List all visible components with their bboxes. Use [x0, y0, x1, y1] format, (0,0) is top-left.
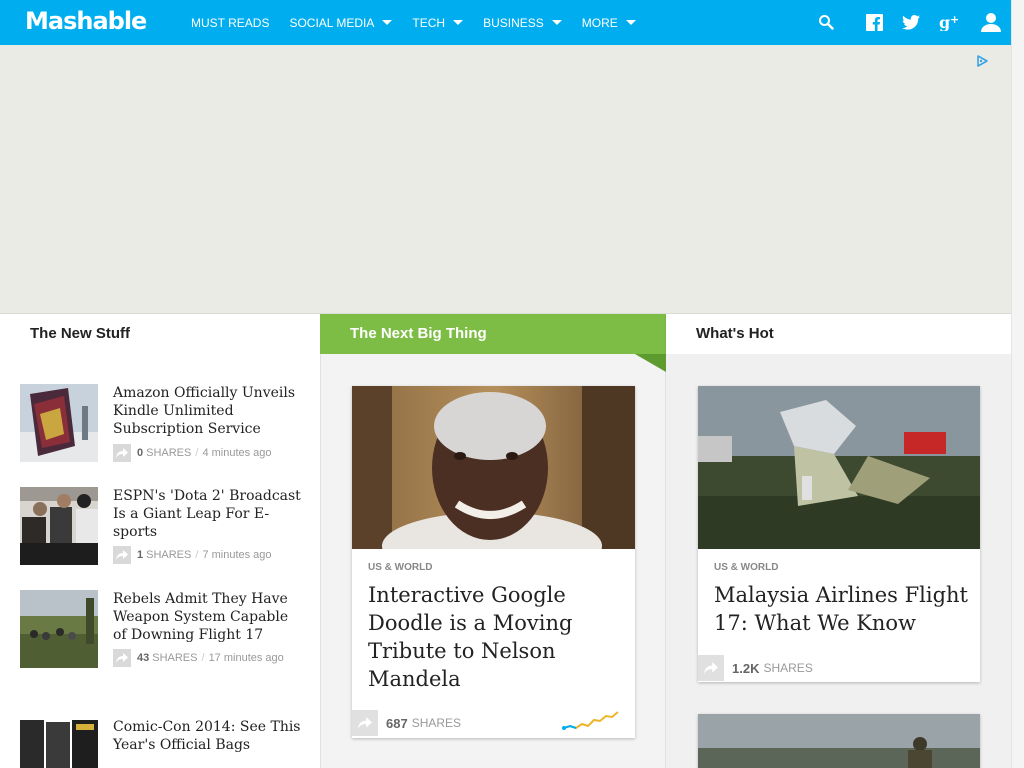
list-item[interactable]: Amazon Officially Unveils Kindle Unlimit…: [20, 384, 305, 464]
nav-must-reads[interactable]: MUST READS: [191, 16, 269, 30]
svg-text:g: g: [939, 13, 950, 31]
article-thumbnail[interactable]: [20, 718, 98, 768]
share-count: 1 SHARES / 7 minutes ago: [113, 546, 272, 564]
divider: /: [195, 447, 199, 459]
list-item[interactable]: Rebels Admit They Have Weapon System Cap…: [20, 590, 305, 670]
chevron-down-icon: [382, 20, 393, 25]
timestamp: 4 minutes ago: [202, 447, 272, 459]
article-image[interactable]: [352, 386, 635, 549]
twitter-icon[interactable]: [900, 11, 922, 33]
category-label[interactable]: US & WORLD: [714, 562, 778, 573]
chevron-down-icon: [453, 20, 464, 25]
column-title: What's Hot: [696, 325, 774, 342]
tab-whats-hot[interactable]: What's Hot: [666, 314, 1011, 354]
article-image[interactable]: [698, 386, 980, 549]
user-icon[interactable]: [980, 11, 1002, 33]
share-count: 687 SHARES: [352, 710, 461, 736]
article-title-link[interactable]: Amazon Officially Unveils Kindle Unlimit…: [113, 384, 305, 438]
share-count: 43 SHARES / 17 minutes ago: [113, 649, 284, 667]
article-image[interactable]: [698, 714, 980, 768]
share-arrow-icon[interactable]: [698, 655, 724, 681]
shares-label: SHARES: [146, 447, 192, 459]
share-arrow-icon[interactable]: [113, 546, 131, 564]
hot-article-card[interactable]: US & WORLD Malaysia Airlines Flight 17: …: [698, 386, 980, 682]
tab-new-stuff[interactable]: The New Stuff: [0, 314, 320, 354]
article-thumbnail[interactable]: [20, 487, 98, 565]
shares-label: SHARES: [152, 652, 198, 664]
list-item[interactable]: Comic-Con 2014: See This Year's Official…: [20, 718, 305, 768]
article-thumbnail[interactable]: [20, 590, 98, 668]
column-title: The Next Big Thing: [350, 325, 487, 342]
share-arrow-icon[interactable]: [113, 444, 131, 462]
facebook-icon[interactable]: [863, 11, 885, 33]
tab-next-big-thing[interactable]: The Next Big Thing: [320, 314, 666, 354]
share-number: 1.2K: [732, 660, 760, 676]
top-navigation-bar: Mashable MUST READS SOCIAL MEDIA TECH BU…: [0, 0, 1011, 45]
article-thumbnail[interactable]: [20, 384, 98, 462]
article-title-link[interactable]: Comic-Con 2014: See This Year's Official…: [113, 718, 305, 754]
trend-sparkline-icon: [562, 708, 620, 737]
nav-business[interactable]: BUSINESS: [483, 16, 562, 30]
share-number: 43: [137, 652, 150, 664]
hot-article-card[interactable]: [698, 714, 980, 768]
article-title-link[interactable]: Malaysia Airlines Flight 17: What We Kno…: [714, 581, 974, 637]
search-icon[interactable]: [815, 11, 837, 33]
ribbon-fold: [635, 354, 666, 372]
divider: /: [201, 652, 205, 664]
shares-label: SHARES: [763, 661, 813, 675]
shares-label: SHARES: [146, 549, 192, 561]
google-plus-icon[interactable]: g +: [938, 11, 960, 33]
share-count: 1.2K SHARES: [698, 655, 813, 681]
share-number: 1: [137, 549, 144, 561]
list-item[interactable]: ESPN's 'Dota 2' Broadcast Is a Giant Lea…: [20, 487, 305, 567]
chevron-down-icon: [551, 20, 562, 25]
article-title-link[interactable]: ESPN's 'Dota 2' Broadcast Is a Giant Lea…: [113, 487, 305, 541]
timestamp: 17 minutes ago: [208, 652, 284, 664]
site-logo[interactable]: Mashable: [25, 7, 147, 35]
timestamp: 7 minutes ago: [202, 549, 272, 561]
share-arrow-icon[interactable]: [113, 649, 131, 667]
svg-text:+: +: [950, 13, 959, 26]
category-label[interactable]: US & WORLD: [368, 562, 432, 573]
adchoices-icon[interactable]: [975, 54, 989, 68]
shares-label: SHARES: [411, 716, 462, 730]
nav-social-media[interactable]: SOCIAL MEDIA: [289, 16, 393, 30]
share-arrow-icon[interactable]: [352, 710, 378, 736]
share-number: 0: [137, 447, 144, 459]
article-title-link[interactable]: Rebels Admit They Have Weapon System Cap…: [113, 590, 305, 644]
share-count: 0 SHARES / 4 minutes ago: [113, 444, 272, 462]
page-scrollbar[interactable]: [1011, 0, 1024, 768]
advertisement-area[interactable]: [0, 45, 1011, 314]
chevron-down-icon: [625, 20, 636, 25]
nav-more[interactable]: MORE: [582, 16, 636, 30]
main-nav: MUST READS SOCIAL MEDIA TECH BUSINESS MO…: [191, 0, 656, 45]
divider: /: [195, 549, 199, 561]
article-title-link[interactable]: Interactive Google Doodle is a Moving Tr…: [368, 581, 628, 693]
nav-tech[interactable]: TECH: [412, 16, 464, 30]
share-number: 687: [386, 715, 408, 731]
column-title: The New Stuff: [30, 325, 130, 342]
featured-article-card[interactable]: US & WORLD Interactive Google Doodle is …: [352, 386, 635, 738]
